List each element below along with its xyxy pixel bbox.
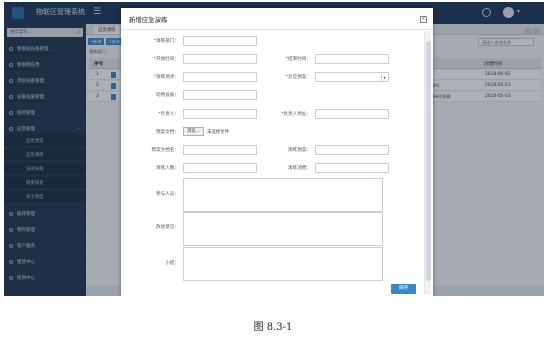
people-count-field[interactable] [183,163,257,173]
improvement-label: 改进意见： [156,225,179,230]
browse-button[interactable]: 浏览... [183,127,204,136]
leader-field[interactable] [183,109,257,119]
dept-label: *演练部门： [153,39,179,44]
participants-textarea[interactable] [183,178,383,212]
expense-label: 演练消费： [288,166,311,171]
leader-address-field[interactable] [315,109,389,119]
new-drill-dialog: 新增应急演练 × *演练部门： *开始时间： *结束时间： *演练地点： *对应… [121,8,433,296]
doc-label: 预案文档： [156,130,179,135]
place-label: *演练地点： [153,75,179,80]
summary-textarea[interactable] [183,247,383,281]
place-field[interactable] [183,72,257,82]
leader-label: *负责人： [158,112,179,117]
equipment-field[interactable] [183,90,257,100]
drill-plan-field[interactable] [315,145,389,155]
people-count-label: 演练人数： [156,166,179,171]
summary-label: 小结： [165,261,179,266]
save-button[interactable]: 保存 [391,284,416,294]
dept-field[interactable] [183,36,257,46]
drill-plan-label: 演练预案： [288,148,311,153]
end-time-field[interactable] [315,54,389,64]
doc-name-field[interactable] [183,145,257,155]
participants-label: 参与人员： [156,192,179,197]
chevron-down-icon: ▾ [381,74,387,81]
dialog-title: 新增应急演练 [129,16,168,24]
improvement-textarea[interactable] [183,212,383,246]
plan-select[interactable]: ▾ [315,72,389,82]
leader-address-label: *负责人地址： [281,112,311,117]
equipment-label: 动用设备： [156,93,179,98]
end-time-label: *结束时间： [285,57,311,62]
app-window: 物联区管理系统 ☰ ▾ 搜索菜单... ⌕ 物联园设备管理 › 物联网应用 › … [4,2,544,296]
scrollbar-thumb[interactable] [426,41,431,281]
figure-caption: 图 8.3-1 [253,322,293,333]
dialog-header: 新增应急演练 × [121,8,433,30]
close-icon[interactable]: × [420,16,427,23]
dialog-scrollbar[interactable] [424,31,431,294]
expense-field[interactable] [315,163,389,173]
doc-name-label: 预案文档名： [151,148,179,153]
no-file-text: 未选择文件 [207,130,229,135]
start-time-field[interactable] [183,54,257,64]
start-time-label: *开始时间： [153,57,179,62]
plan-label: *对应预案： [285,75,311,80]
